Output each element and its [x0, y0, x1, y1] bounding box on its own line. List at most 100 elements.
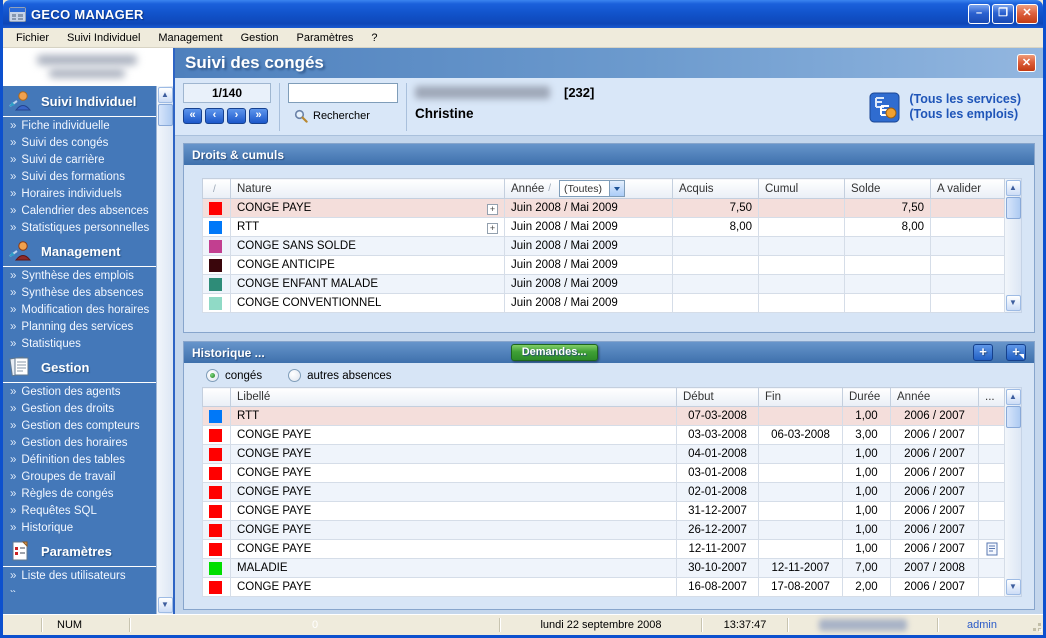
table-row[interactable]: CONGE PAYE 02-01-2008 1,00 2006 / 2007	[203, 483, 1005, 502]
menu-suivi-individuel[interactable]: Suivi Individuel	[58, 30, 149, 46]
sidebar-item-gestion-des-droits[interactable]: »Gestion des droits	[3, 400, 156, 417]
sidebar-item-fiche-individuelle[interactable]: »Fiche individuelle	[3, 117, 156, 134]
radio-conges[interactable]: congés	[206, 369, 262, 382]
column-header-acquis[interactable]: Acquis	[673, 179, 759, 199]
column-header-solde[interactable]: Solde	[845, 179, 931, 199]
maximize-button[interactable]: ❒	[992, 4, 1014, 24]
table-row[interactable]: CONGE PAYE 03-03-2008 06-03-2008 3,00 20…	[203, 426, 1005, 445]
radio-autres-absences[interactable]: autres absences	[288, 369, 391, 382]
table-row[interactable]: CONGE ANTICIPE Juin 2008 / Mai 2009	[203, 256, 1005, 275]
table-row[interactable]: CONGE CONVENTIONNEL Juin 2008 / Mai 2009	[203, 294, 1005, 313]
table-row[interactable]: CONGE PAYE 03-01-2008 1,00 2006 / 2007	[203, 464, 1005, 483]
radio-checked-icon[interactable]	[206, 369, 219, 382]
search-button[interactable]: Rechercher	[288, 109, 398, 123]
historique-panel: Historique ... Demandes... + + congés	[183, 341, 1035, 610]
droits-scrollbar[interactable]: ▲ ▼	[1005, 178, 1022, 313]
sidebar-item-gestion-des-agents[interactable]: »Gestion des agents	[3, 383, 156, 400]
column-header-fin[interactable]: Fin	[759, 388, 843, 407]
note-icon[interactable]	[986, 542, 998, 556]
column-header-nature[interactable]: Nature	[231, 179, 505, 199]
sidebar-item-groupes-de-travail[interactable]: »Groupes de travail	[3, 468, 156, 485]
sidebar-item-suivi-des-formations[interactable]: »Suivi des formations	[3, 168, 156, 185]
scroll-down-icon[interactable]: ▼	[1006, 295, 1021, 311]
column-header-annee[interactable]: Année	[891, 388, 979, 407]
sidebar-item-horaires-individuels[interactable]: »Horaires individuels	[3, 185, 156, 202]
sidebar-item-regles-de-conges[interactable]: »Règles de congés	[3, 485, 156, 502]
radio-unchecked-icon[interactable]	[288, 369, 301, 382]
historique-scrollbar[interactable]: ▲ ▼	[1005, 387, 1022, 597]
menu-bar: Fichier Suivi Individuel Management Gest…	[3, 28, 1043, 48]
next-record-button[interactable]: ›	[227, 108, 246, 124]
sidebar-item-liste-des-utilisateurs[interactable]: »Liste des utilisateurs	[3, 567, 156, 584]
scope-filter[interactable]: (Tous les services) (Tous les emplois)	[869, 83, 1035, 131]
status-time: 13:37:47	[703, 619, 787, 631]
sidebar-item-synthese-des-absences[interactable]: »Synthèse des absences	[3, 284, 156, 301]
historique-panel-header: Historique ... Demandes... + +	[184, 342, 1034, 363]
sidebar-item-modification-des-horaires[interactable]: »Modification des horaires	[3, 301, 156, 318]
resize-grip[interactable]	[1027, 617, 1043, 633]
menu-help[interactable]: ?	[362, 30, 386, 46]
column-header-duree[interactable]: Durée	[843, 388, 891, 407]
minimize-button[interactable]: –	[968, 4, 990, 24]
sidebar-scrollbar[interactable]: ▲ ▼	[156, 86, 173, 614]
column-header-cumul[interactable]: Cumul	[759, 179, 845, 199]
table-row[interactable]: CONGE ENFANT MALADE Juin 2008 / Mai 2009	[203, 275, 1005, 294]
sidebar-item-historique[interactable]: »Historique	[3, 519, 156, 536]
scroll-up-icon[interactable]: ▲	[1006, 180, 1021, 196]
sidebar-item-calendrier-des-absences[interactable]: »Calendrier des absences	[3, 202, 156, 219]
scrollbar-thumb[interactable]	[1006, 197, 1021, 219]
view-close-button[interactable]: ✕	[1017, 54, 1036, 72]
last-record-button[interactable]: »	[249, 108, 268, 124]
sidebar-item-statistiques-personnelles[interactable]: »Statistiques personnelles	[3, 219, 156, 236]
expand-icon[interactable]: +	[487, 223, 498, 234]
first-record-button[interactable]: «	[183, 108, 202, 124]
menu-parametres[interactable]: Paramètres	[288, 30, 363, 46]
close-button[interactable]: ✕	[1016, 4, 1038, 24]
table-row[interactable]: CONGE PAYE 16-08-2007 17-08-2007 2,00 20…	[203, 578, 1005, 597]
scroll-up-icon[interactable]: ▲	[1006, 389, 1021, 405]
search-input[interactable]	[288, 83, 398, 103]
demandes-button[interactable]: Demandes...	[511, 344, 598, 361]
sidebar-item-statistiques[interactable]: »Statistiques	[3, 335, 156, 352]
column-header-sort[interactable]: /	[203, 179, 231, 199]
menu-fichier[interactable]: Fichier	[7, 30, 58, 46]
menu-management[interactable]: Management	[149, 30, 231, 46]
sidebar-item-requetes-sql[interactable]: »Requêtes SQL	[3, 502, 156, 519]
scroll-up-icon[interactable]: ▲	[158, 87, 173, 103]
column-header-libelle[interactable]: Libellé	[231, 388, 677, 407]
sidebar-item-clipped[interactable]: »	[3, 584, 156, 592]
sidebar-item-gestion-des-compteurs[interactable]: »Gestion des compteurs	[3, 417, 156, 434]
table-row[interactable]: RTT 07-03-2008 1,00 2006 / 2007	[203, 407, 1005, 426]
year-filter-dropdown[interactable]: (Toutes)	[559, 180, 625, 197]
column-header-debut[interactable]: Début	[677, 388, 759, 407]
droits-panel-header: Droits & cumuls	[184, 144, 1034, 165]
table-row[interactable]: CONGE PAYE+ Juin 2008 / Mai 2009 7,50 7,…	[203, 199, 1005, 218]
table-row[interactable]: CONGE SANS SOLDE Juin 2008 / Mai 2009	[203, 237, 1005, 256]
sidebar-item-gestion-des-horaires[interactable]: »Gestion des horaires	[3, 434, 156, 451]
scroll-down-icon[interactable]: ▼	[1006, 579, 1021, 595]
add-entry-button[interactable]: +	[973, 344, 993, 361]
scrollbar-thumb[interactable]	[1006, 406, 1021, 428]
sidebar-item-suivi-de-carriere[interactable]: »Suivi de carrière	[3, 151, 156, 168]
add-multiple-button[interactable]: +	[1006, 344, 1026, 361]
column-header-select[interactable]	[203, 388, 231, 407]
sidebar-item-planning-des-services[interactable]: »Planning des services	[3, 318, 156, 335]
table-row[interactable]: CONGE PAYE 26-12-2007 1,00 2006 / 2007	[203, 521, 1005, 540]
scrollbar-thumb[interactable]	[158, 104, 173, 126]
sidebar-item-synthese-des-emplois[interactable]: »Synthèse des emplois	[3, 267, 156, 284]
chevron-down-icon[interactable]	[609, 181, 624, 196]
sidebar-item-definition-des-tables[interactable]: »Définition des tables	[3, 451, 156, 468]
column-header-more[interactable]: ...	[979, 388, 1005, 407]
table-row[interactable]: CONGE PAYE 12-11-2007 1,00 2006 / 2007	[203, 540, 1005, 559]
table-row[interactable]: RTT+ Juin 2008 / Mai 2009 8,00 8,00	[203, 218, 1005, 237]
column-header-a-valider[interactable]: A valider	[931, 179, 1005, 199]
column-header-annee[interactable]: Année / (Toutes)	[505, 179, 673, 199]
sidebar-item-suivi-des-conges[interactable]: »Suivi des congés	[3, 134, 156, 151]
table-row[interactable]: CONGE PAYE 04-01-2008 1,00 2006 / 2007	[203, 445, 1005, 464]
previous-record-button[interactable]: ‹	[205, 108, 224, 124]
table-row[interactable]: CONGE PAYE 31-12-2007 1,00 2006 / 2007	[203, 502, 1005, 521]
expand-icon[interactable]: +	[487, 204, 498, 215]
scroll-down-icon[interactable]: ▼	[158, 597, 173, 613]
menu-gestion[interactable]: Gestion	[232, 30, 288, 46]
table-row[interactable]: MALADIE 30-10-2007 12-11-2007 7,00 2007 …	[203, 559, 1005, 578]
